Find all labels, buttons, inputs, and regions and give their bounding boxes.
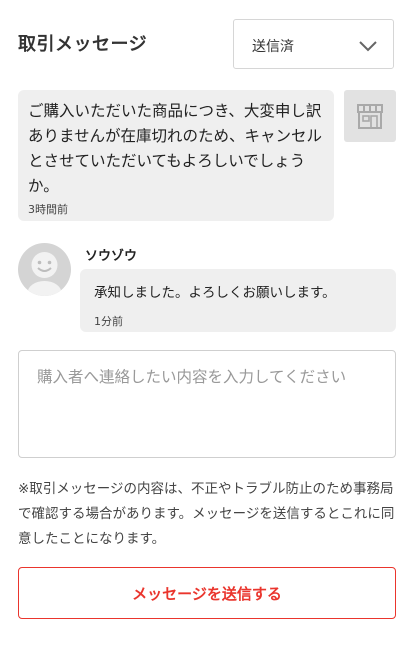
message-compose-box [18, 350, 396, 458]
buyer-message-bubble: 承知しました。よろしくお願いします。 1分前 [80, 269, 396, 332]
seller-message-bubble: ご購入いただいた商品につき、大変申し訳ありませんが在庫切れのため、キャンセルとさ… [18, 90, 334, 221]
status-select[interactable]: 送信済 [233, 19, 394, 69]
seller-avatar[interactable] [344, 90, 396, 142]
message-notice: ※取引メッセージの内容は、不正やトラブル防止のため事務局で確認する場合があります… [18, 481, 395, 547]
buyer-message-time: 1分前 [94, 315, 123, 328]
buyer-message-text: 承知しました。よろしくお願いします。 [94, 285, 336, 301]
chevron-down-icon [359, 41, 377, 52]
smiley-avatar-icon [27, 252, 62, 296]
status-select-value: 送信済 [252, 39, 294, 55]
buyer-avatar[interactable] [18, 243, 71, 296]
send-message-button[interactable]: メッセージを送信する [18, 567, 396, 619]
message-input[interactable] [37, 365, 377, 443]
shop-icon [357, 104, 383, 129]
buyer-name: ソウゾウ [85, 249, 138, 264]
seller-message-time: 3時間前 [28, 203, 68, 216]
page-title: 取引メッセージ [18, 34, 148, 55]
seller-message-text: ご購入いただいた商品につき、大変申し訳ありませんが在庫切れのため、キャンセルとさ… [28, 102, 323, 195]
message-header: 取引メッセージ 送信済 [0, 0, 412, 90]
